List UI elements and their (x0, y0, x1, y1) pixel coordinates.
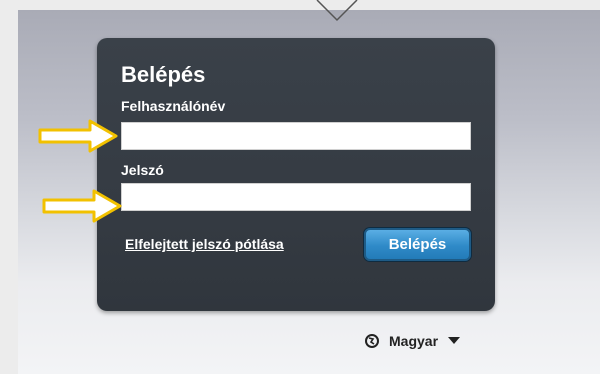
caret-down-icon (448, 337, 461, 344)
arrow-right-icon (38, 119, 118, 153)
arrow-right-icon (42, 189, 122, 223)
login-panel: Belépés Felhasználónév Jelszó Elfelejtet… (97, 38, 495, 311)
password-label: Jelszó (121, 162, 164, 178)
username-field[interactable] (121, 122, 471, 150)
username-label: Felhasználónév (121, 98, 226, 114)
login-button[interactable]: Belépés (364, 228, 471, 261)
globe-icon (365, 334, 379, 348)
forgot-password-link[interactable]: Elfelejtett jelszó pótlása (125, 236, 284, 252)
language-label: Magyar (389, 333, 439, 349)
chevron-down-icon (316, 0, 358, 22)
language-selector[interactable]: Magyar (365, 331, 461, 351)
password-field[interactable] (121, 183, 471, 211)
login-title: Belépés (121, 62, 206, 87)
